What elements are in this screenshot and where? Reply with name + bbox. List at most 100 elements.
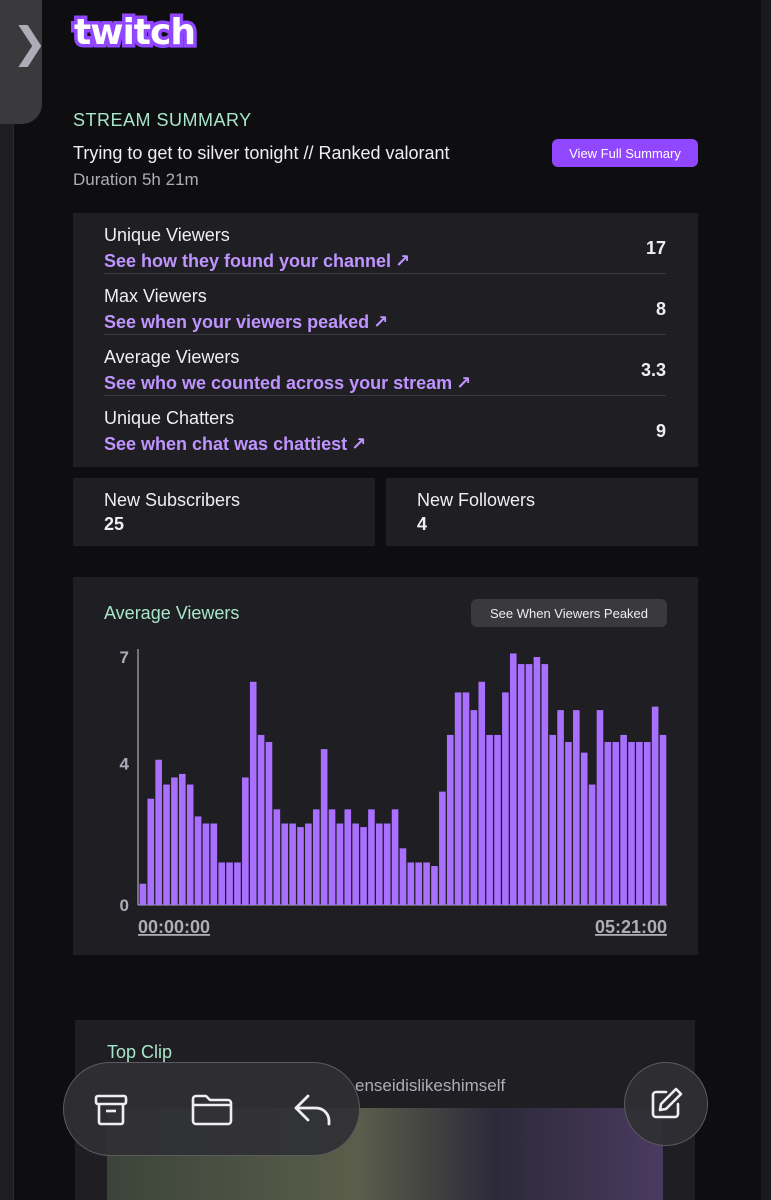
arrow-up-right-icon: ↗ xyxy=(456,373,472,393)
y-tick-label: 7 xyxy=(120,648,129,667)
x-tick-label: 05:21:00 xyxy=(595,917,667,937)
average-viewers-chart: 0 4 7 00:00:00 05:21:00 xyxy=(120,648,667,937)
x-tick-label: 00:00:00 xyxy=(138,917,210,937)
stream-title: Trying to get to silver tonight // Ranke… xyxy=(73,143,450,163)
chart-bar xyxy=(423,862,430,905)
chart-bar xyxy=(376,823,383,905)
chart-bar xyxy=(249,681,257,905)
chart-bar xyxy=(234,862,241,905)
reply-icon[interactable] xyxy=(290,1087,336,1133)
chart-bar xyxy=(383,823,391,905)
chart-bar xyxy=(486,734,493,905)
chart-bar xyxy=(604,742,612,905)
chart-bar xyxy=(509,653,517,905)
chart-bar xyxy=(399,848,407,905)
chart-bar xyxy=(439,791,446,905)
chart-bar xyxy=(533,657,541,905)
chart-bar xyxy=(407,862,415,905)
y-tick-label: 0 xyxy=(120,896,129,915)
stat-label: Max Viewers xyxy=(104,286,207,306)
stat-label: Average Viewers xyxy=(104,347,240,367)
chart-bar xyxy=(415,862,423,905)
chart-bar xyxy=(242,777,249,905)
stat-link[interactable]: See when chat was chattiest ↗ xyxy=(104,434,366,455)
chart-bar xyxy=(163,784,170,905)
compose-icon xyxy=(651,1087,683,1119)
chart-bar xyxy=(297,827,304,905)
chart-bar xyxy=(502,692,509,905)
new-followers-box: New Followers 4 xyxy=(386,478,698,546)
chart-bar xyxy=(273,809,281,905)
stat-average-viewers: Average Viewers See who we counted acros… xyxy=(104,335,666,396)
chart-bar xyxy=(525,664,533,905)
chart-bar xyxy=(352,823,359,905)
subscribers-value: 25 xyxy=(104,514,125,534)
stat-label: Unique Chatters xyxy=(104,408,235,428)
see-when-viewers-peaked-button[interactable]: See When Viewers Peaked xyxy=(471,599,667,627)
chart-bar xyxy=(643,742,651,905)
sidebar-toggle[interactable]: ❯ xyxy=(0,0,47,124)
chart-bar xyxy=(155,759,162,905)
chart-bar xyxy=(454,692,462,905)
chart-bar xyxy=(281,823,289,905)
stat-link[interactable]: See how they found your channel ↗ xyxy=(104,251,410,272)
chevron-right-icon: ❯ xyxy=(12,18,48,67)
left-edge xyxy=(0,124,14,1200)
chart-bar xyxy=(218,862,225,905)
bottom-toolbar xyxy=(63,1062,360,1156)
chart-bar xyxy=(328,809,336,905)
logo-text: twitch xyxy=(74,12,195,53)
folder-icon[interactable] xyxy=(189,1087,235,1133)
chart-bar xyxy=(305,823,312,905)
chart-bar xyxy=(289,823,296,905)
chart-bar xyxy=(557,710,564,905)
clip-author[interactable]: enseidislikeshimself xyxy=(355,1076,505,1096)
chart-bar xyxy=(391,809,399,905)
right-edge xyxy=(761,0,771,1200)
chart-title: Average Viewers xyxy=(104,603,240,623)
chart-bar xyxy=(202,823,210,905)
chart-bar xyxy=(659,734,667,905)
chart-bar xyxy=(336,823,344,905)
chart-bar xyxy=(446,734,454,905)
chart-bar xyxy=(573,710,580,905)
arrow-up-right-icon: ↗ xyxy=(395,251,411,271)
chart-bar xyxy=(360,827,367,905)
stat-link[interactable]: See when your viewers peaked ↗ xyxy=(104,312,388,333)
y-tick-label: 4 xyxy=(120,754,130,773)
chart-bar xyxy=(478,681,486,905)
chart-bar xyxy=(628,742,635,905)
chart-bar xyxy=(620,734,627,905)
chart-bar xyxy=(580,752,588,905)
chart-bar xyxy=(517,664,525,905)
twitch-logo: twitch xyxy=(71,9,200,57)
chart-bar xyxy=(636,742,643,905)
chart-bar xyxy=(344,809,352,905)
chart-bar xyxy=(494,734,501,905)
stat-value: 17 xyxy=(645,238,666,258)
arrow-up-right-icon: ↗ xyxy=(373,312,389,332)
stat-label: Unique Viewers xyxy=(104,225,230,245)
chart-bar xyxy=(588,784,596,905)
average-viewers-chart-card: Average Viewers See When Viewers Peaked … xyxy=(73,577,698,955)
stat-max-viewers: Max Viewers See when your viewers peaked… xyxy=(104,274,666,335)
chart-bar xyxy=(431,866,438,905)
chart-bar xyxy=(320,749,328,905)
section-label: STREAM SUMMARY xyxy=(73,110,252,130)
stream-duration: Duration 5h 21m xyxy=(73,170,199,189)
chart-bar xyxy=(210,823,218,905)
chart-bar xyxy=(462,692,470,905)
clip-title: Top Clip xyxy=(107,1042,173,1062)
view-full-summary-button[interactable]: View Full Summary xyxy=(552,139,698,167)
chart-bar xyxy=(312,809,320,905)
archive-icon[interactable] xyxy=(88,1087,134,1133)
subscribers-label: New Subscribers xyxy=(104,490,241,510)
chart-bar xyxy=(147,798,155,905)
new-subscribers-box: New Subscribers 25 xyxy=(73,478,375,546)
compose-button[interactable] xyxy=(624,1062,708,1146)
chart-bar xyxy=(612,742,620,905)
stat-link[interactable]: See who we counted across your stream ↗ xyxy=(104,373,471,394)
chart-bar xyxy=(596,710,604,905)
chart-bar xyxy=(470,710,478,905)
chart-bar xyxy=(186,784,194,905)
